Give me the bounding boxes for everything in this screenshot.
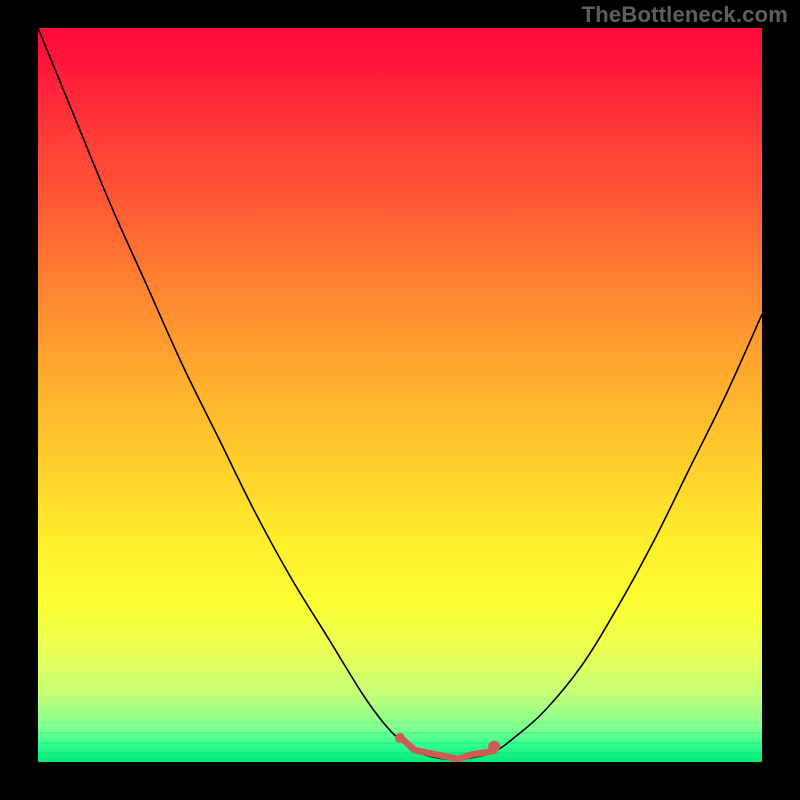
- optimal-start-dot: [395, 733, 405, 743]
- chart-svg: [38, 28, 762, 762]
- bottleneck-curve: [38, 28, 762, 760]
- plot-area: [38, 28, 762, 762]
- chart-frame: TheBottleneck.com: [0, 0, 800, 800]
- optimal-end-dot: [488, 741, 500, 753]
- watermark-text: TheBottleneck.com: [582, 2, 788, 28]
- optimal-region-marker: [400, 737, 494, 759]
